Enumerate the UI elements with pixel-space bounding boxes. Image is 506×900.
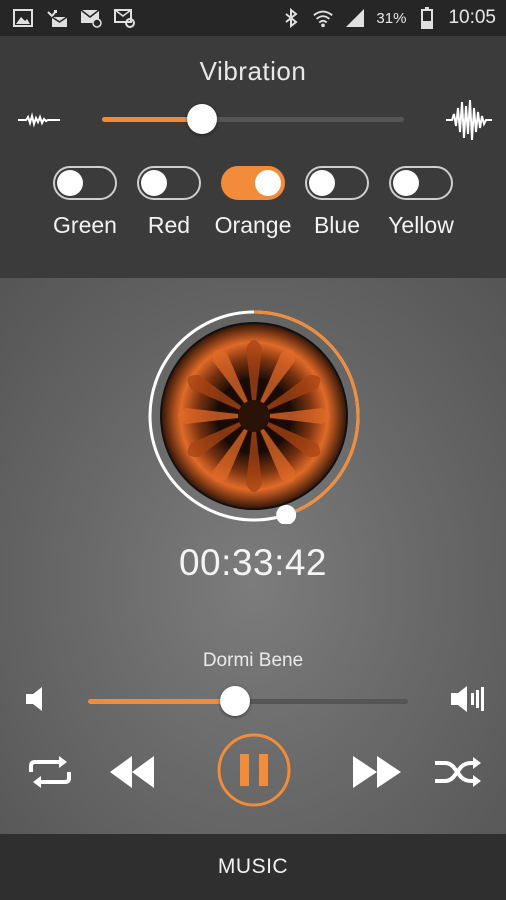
switch-label: Orange — [214, 212, 292, 238]
switch-orange[interactable]: Orange — [213, 166, 293, 239]
volume-high-icon[interactable] — [448, 682, 486, 716]
toggle-knob — [309, 170, 335, 196]
player-area: 00:33:42 Dormi Bene — [0, 278, 506, 834]
switch-red[interactable]: Red — [129, 166, 209, 239]
switch-green[interactable]: Green — [45, 166, 125, 239]
volume-slider-fill — [88, 699, 236, 704]
battery-icon — [416, 7, 438, 29]
shuffle-icon[interactable] — [432, 754, 484, 790]
missed-call-icon — [46, 7, 68, 29]
toggle-knob — [255, 170, 281, 196]
bottom-bar[interactable]: MUSIC — [0, 834, 506, 900]
switch-label: Yellow — [388, 212, 454, 238]
vibration-panel: Vibration Green Red Orange Blue Yellow — [0, 36, 506, 278]
color-switches: Green Red Orange Blue Yellow — [0, 166, 506, 246]
battery-percent: 31% — [376, 9, 407, 27]
track-title: Dormi Bene — [202, 650, 304, 671]
album-disc[interactable] — [146, 308, 362, 525]
switch-label: Blue — [313, 212, 361, 238]
switch-yellow[interactable]: Yellow — [381, 166, 461, 239]
pause-button[interactable] — [216, 732, 292, 808]
music-tab[interactable]: MUSIC — [218, 855, 288, 879]
vibration-title: Vibration — [199, 56, 307, 86]
repeat-icon[interactable] — [24, 752, 76, 792]
message-icon — [80, 7, 102, 29]
system-icons: 31% 10:05 — [280, 7, 496, 29]
weak-wave-icon — [18, 110, 60, 135]
settings-mail-icon — [114, 7, 136, 29]
pause-icon — [240, 754, 249, 786]
vibration-slider-thumb[interactable] — [186, 104, 217, 134]
status-bar: 31% 10:05 — [0, 0, 506, 36]
bluetooth-icon — [280, 7, 302, 29]
volume-low-icon[interactable] — [22, 684, 50, 714]
wifi-icon — [312, 7, 334, 29]
toggle-knob — [141, 170, 167, 196]
toggle-knob — [393, 170, 419, 196]
elapsed-time: 00:33:42 — [178, 542, 328, 583]
strong-wave-icon — [446, 98, 492, 147]
volume-slider-thumb[interactable] — [220, 686, 251, 716]
switch-blue[interactable]: Blue — [297, 166, 377, 239]
vibration-slider[interactable] — [102, 104, 404, 134]
switch-label: Green — [53, 212, 117, 238]
toggle-yellow[interactable] — [389, 166, 453, 200]
toggle-red[interactable] — [137, 166, 201, 200]
gallery-icon — [12, 7, 34, 29]
toggle-blue[interactable] — [305, 166, 369, 200]
toggle-knob — [57, 170, 83, 196]
switch-label: Red — [147, 212, 191, 238]
rewind-icon[interactable] — [106, 752, 158, 792]
toggle-green[interactable] — [53, 166, 117, 200]
notification-icons — [12, 7, 136, 29]
progress-knob[interactable] — [276, 504, 297, 525]
signal-icon — [344, 7, 366, 29]
toggle-orange[interactable] — [221, 166, 285, 200]
fast-forward-icon[interactable] — [350, 752, 404, 792]
volume-slider[interactable] — [88, 686, 408, 716]
clock: 10:05 — [448, 7, 496, 28]
